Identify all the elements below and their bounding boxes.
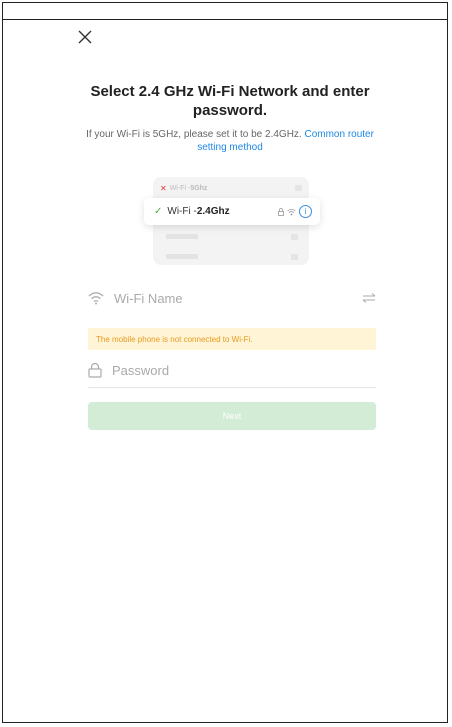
network-prefix: Wi-Fi - (169, 184, 191, 192)
next-button[interactable]: Next (88, 402, 376, 430)
network-band: 2.4Ghz (196, 206, 230, 217)
network-icons: i (278, 205, 312, 218)
page-subtitle: If your Wi-Fi is 5GHz, please set it to … (72, 128, 388, 154)
placeholder-bar (166, 254, 198, 259)
network-row-24g: ✓ Wi-Fi - 2.4Ghz i (144, 198, 320, 225)
close-button[interactable] (78, 30, 98, 50)
network-row-5g: ✕ Wi-Fi - 5Ghz (160, 182, 302, 194)
wifi-icon (88, 292, 104, 305)
wifi-icon (287, 208, 296, 215)
close-icon (78, 30, 92, 44)
wifi-warning: The mobile phone is not connected to Wi-… (88, 328, 376, 350)
placeholder-bar (166, 234, 198, 239)
switch-network-button[interactable] (362, 291, 376, 306)
check-icon: ✓ (154, 206, 163, 217)
page-title: Select 2.4 GHz Wi-Fi Network and enter p… (90, 83, 370, 119)
subtitle-text: If your Wi-Fi is 5GHz, please set it to … (86, 129, 302, 140)
password-field[interactable]: Password (88, 355, 376, 385)
placeholder-square (295, 185, 302, 191)
swap-icon (362, 292, 376, 303)
placeholder-square (291, 234, 298, 240)
lock-icon (88, 362, 102, 378)
placeholder-square (291, 254, 298, 260)
lock-icon (278, 207, 284, 216)
password-placeholder: Password (112, 362, 170, 378)
network-band: 5Ghz (190, 184, 208, 192)
network-prefix: Wi-Fi - (167, 206, 197, 217)
info-icon: i (299, 205, 312, 218)
wifi-name-placeholder: Wi-Fi Name (114, 290, 183, 306)
password-divider (88, 387, 376, 388)
wifi-name-field[interactable]: Wi-Fi Name (88, 283, 376, 313)
cross-icon: ✕ (160, 183, 167, 193)
